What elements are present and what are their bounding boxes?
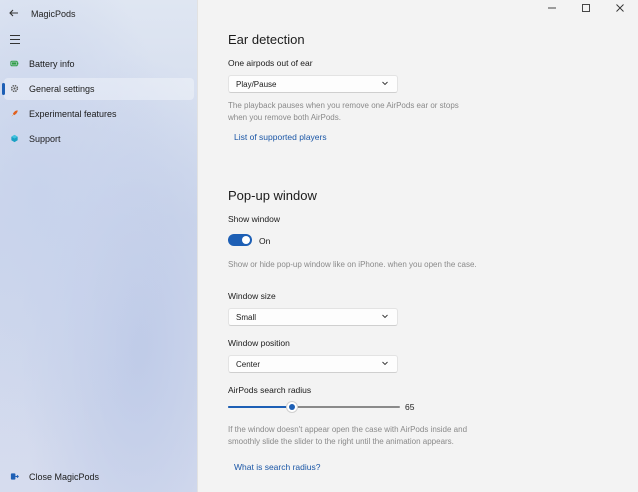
dropdown-value: Play/Pause — [236, 80, 277, 89]
chevron-down-icon — [382, 81, 388, 86]
app-window: MagicPods Battery info General settings — [0, 0, 638, 492]
slider-fill — [228, 406, 292, 408]
window-size-dropdown[interactable]: Small — [228, 308, 398, 326]
dropdown-value: Center — [236, 360, 261, 369]
hamburger-icon[interactable] — [8, 32, 24, 46]
popup-window-title: Pop-up window — [228, 188, 317, 203]
search-radius-help-link[interactable]: What is search radius? — [234, 462, 320, 472]
battery-icon — [10, 60, 19, 67]
slider-thumb[interactable] — [286, 402, 297, 412]
show-window-description: Show or hide pop-up window like on iPhon… — [228, 260, 477, 269]
sidebar-item-battery-info[interactable]: Battery info — [4, 53, 194, 75]
app-title: MagicPods — [31, 9, 76, 19]
sidebar-item-support[interactable]: Support — [4, 128, 194, 150]
dropdown-value: Small — [236, 313, 257, 322]
sidebar-item-label: Support — [29, 134, 61, 144]
sidebar-item-label: Close MagicPods — [29, 472, 100, 482]
search-radius-label: AirPods search radius — [228, 385, 312, 395]
exit-icon — [10, 473, 19, 480]
window-position-label: Window position — [228, 338, 290, 348]
back-arrow-icon[interactable] — [6, 7, 22, 23]
sidebar-item-close-magicpods[interactable]: Close MagicPods — [4, 466, 194, 488]
supported-players-link[interactable]: List of supported players — [234, 132, 327, 142]
support-icon — [11, 134, 18, 143]
gear-icon — [10, 84, 19, 93]
rocket-icon — [11, 110, 18, 117]
search-radius-value: 65 — [405, 402, 415, 412]
ear-detection-description: The playback pauses when you remove one … — [228, 101, 459, 122]
search-radius-description: If the window doesn't appear open the ca… — [228, 425, 468, 446]
toggle-state-label: On — [259, 236, 271, 246]
toggle-knob — [242, 236, 250, 244]
window-position-dropdown[interactable]: Center — [228, 355, 398, 373]
one-airpods-out-dropdown[interactable]: Play/Pause — [228, 75, 398, 93]
show-window-toggle[interactable] — [228, 234, 252, 246]
search-radius-slider[interactable] — [228, 401, 400, 413]
sidebar-item-label: Experimental features — [29, 109, 117, 119]
chevron-down-icon — [382, 314, 388, 319]
ear-detection-title: Ear detection — [228, 32, 305, 47]
one-airpods-out-label: One airpods out of ear — [228, 58, 313, 68]
sidebar-item-experimental-features[interactable]: Experimental features — [4, 103, 194, 125]
window-size-label: Window size — [228, 291, 276, 301]
sidebar-item-label: General settings — [29, 84, 95, 94]
sidebar-item-general-settings[interactable]: General settings — [2, 78, 194, 100]
chevron-down-icon — [382, 361, 388, 366]
title-bar: MagicPods — [0, 0, 197, 30]
maximize-button[interactable] — [576, 3, 596, 17]
window-controls — [528, 0, 638, 20]
minimize-button[interactable] — [542, 3, 562, 17]
show-window-label: Show window — [228, 214, 280, 224]
sidebar-item-label: Battery info — [29, 59, 75, 69]
sidebar: MagicPods Battery info General settings — [0, 0, 198, 492]
close-button[interactable] — [610, 3, 630, 17]
